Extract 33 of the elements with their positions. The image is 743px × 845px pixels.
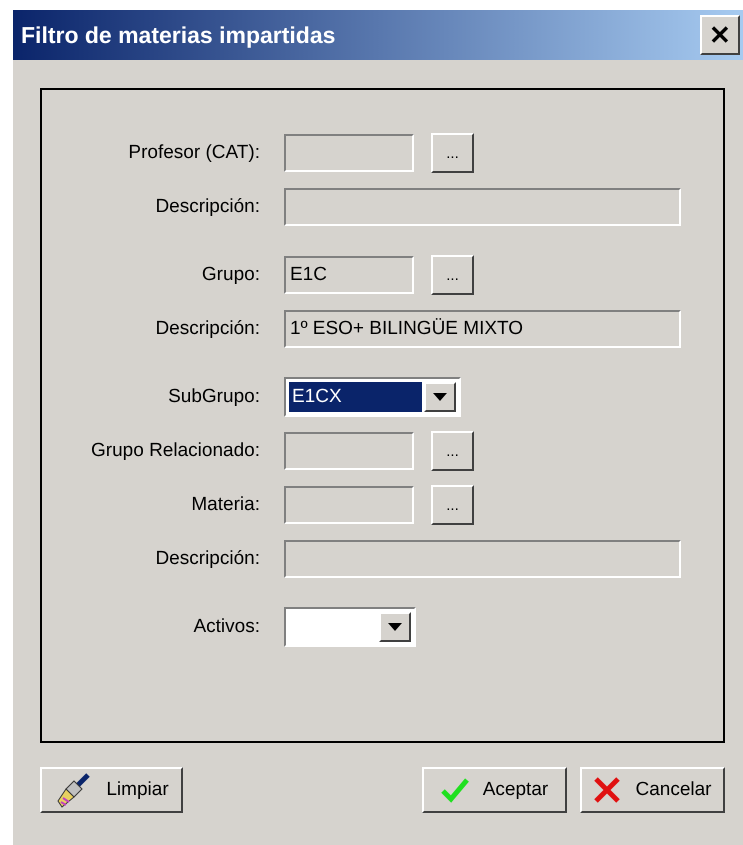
browse-button[interactable]: ... — [431, 431, 474, 471]
caret-icon — [388, 623, 402, 631]
dropdown-field[interactable]: E1CX — [284, 377, 461, 417]
field-label: Descripción: — [154, 318, 260, 340]
browse-button[interactable]: ... — [431, 133, 474, 173]
field-label: Activos: — [192, 616, 260, 638]
input-field[interactable]: 1º ESO+ BILINGÜE MIXTO — [284, 310, 681, 348]
checkmark-icon — [440, 777, 469, 803]
field-label: Profesor (CAT): — [127, 142, 260, 164]
caret-icon — [433, 393, 447, 401]
field-label: Materia: — [190, 494, 260, 516]
field-label: Grupo Relacionado: — [90, 440, 260, 462]
window-title: Filtro de materias impartidas — [21, 22, 336, 48]
browse-button[interactable]: ... — [431, 255, 474, 295]
input-field[interactable] — [284, 188, 681, 226]
field-label: SubGrupo: — [167, 386, 260, 408]
field-label: Descripción: — [154, 196, 260, 218]
input-field[interactable]: E1C — [284, 256, 414, 294]
clear-button[interactable]: Limpiar — [40, 767, 183, 813]
cross-icon — [593, 776, 622, 804]
input-field[interactable] — [284, 540, 681, 578]
close-button[interactable]: ✕ — [700, 15, 740, 55]
input-field[interactable] — [284, 432, 414, 470]
input-field[interactable] — [284, 486, 414, 524]
cancel-button[interactable]: Cancelar — [580, 767, 725, 813]
field-label: Descripción: — [154, 548, 260, 570]
dropdown-button[interactable] — [379, 612, 411, 642]
dropdown-button[interactable] — [424, 382, 456, 412]
field-label: Grupo: — [200, 264, 260, 286]
browse-button[interactable]: ... — [431, 485, 474, 525]
input-field[interactable] — [284, 134, 414, 172]
accept-button[interactable]: Aceptar — [422, 767, 567, 813]
dropdown-field[interactable] — [284, 607, 416, 647]
